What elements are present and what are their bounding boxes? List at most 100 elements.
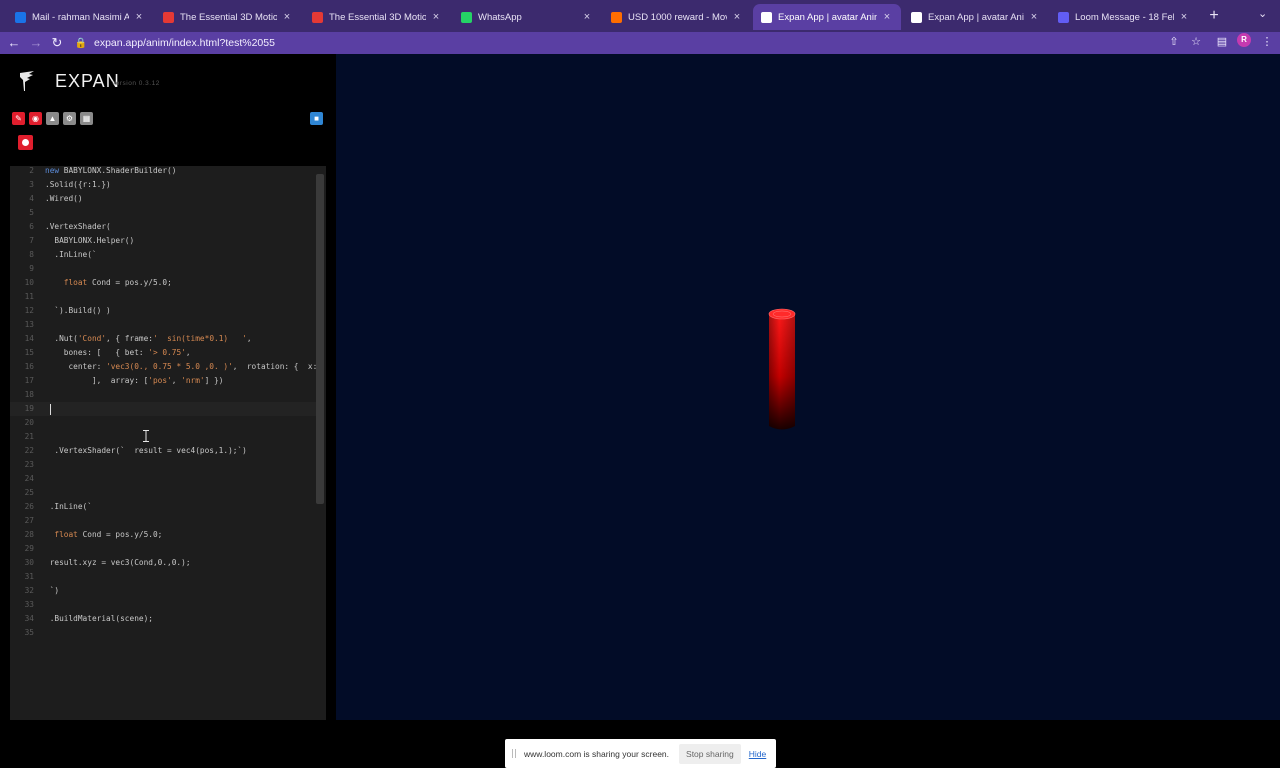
browser-tab[interactable]: WhatsApp × bbox=[453, 4, 601, 30]
screen-share-banner: www.loom.com is sharing your screen. Sto… bbox=[505, 739, 776, 768]
edit-icon[interactable]: ✎ bbox=[12, 112, 25, 125]
profile-avatar[interactable]: R bbox=[1237, 33, 1251, 47]
code-line[interactable]: 18 bbox=[10, 388, 316, 402]
code-line[interactable]: 24 bbox=[10, 472, 316, 486]
code-text: center: 'vec3(0., 0.75 * 5.0 ,0. )', rot… bbox=[45, 362, 318, 371]
red-cylinder-mesh[interactable] bbox=[767, 306, 797, 433]
code-line[interactable]: 6 .VertexShader( bbox=[10, 220, 316, 234]
close-tab-icon[interactable]: × bbox=[1028, 11, 1040, 23]
code-text: float Cond = pos.y/5.0; bbox=[63, 278, 172, 287]
save-icon[interactable]: ■ bbox=[310, 112, 323, 125]
code-line[interactable]: 23 bbox=[10, 458, 316, 472]
share-icon[interactable]: ⇧ bbox=[1166, 35, 1182, 48]
line-number: 27 bbox=[24, 516, 34, 525]
code-line[interactable]: 21 bbox=[10, 430, 316, 444]
line-number: 6 bbox=[29, 222, 34, 231]
close-tab-icon[interactable]: × bbox=[1178, 11, 1190, 23]
code-text: .Nut('Cond', { frame:' sin(time*0.1) ', bbox=[45, 334, 252, 343]
line-number: 22 bbox=[24, 446, 34, 455]
code-line[interactable]: 20 bbox=[10, 416, 316, 430]
code-line[interactable]: 25 bbox=[10, 486, 316, 500]
expan-logo-icon bbox=[20, 71, 34, 91]
bookmark-star-icon[interactable]: ☆ bbox=[1188, 35, 1204, 48]
code-text: .Wired() bbox=[45, 194, 83, 203]
code-line[interactable]: 35 bbox=[10, 626, 316, 640]
code-line[interactable]: 30 result.xyz = vec3(Cond,0.,0.); bbox=[10, 556, 316, 570]
code-line[interactable]: 10 float Cond = pos.y/5.0; bbox=[10, 276, 316, 290]
close-tab-icon[interactable]: × bbox=[430, 11, 442, 23]
code-editor[interactable]: 2 new BABYLONX.ShaderBuilder() 3 .Solid({r:… bbox=[10, 166, 326, 720]
new-tab-button[interactable]: + bbox=[1205, 7, 1223, 25]
3d-viewport[interactable] bbox=[336, 54, 1280, 720]
grid-icon[interactable]: ▦ bbox=[80, 112, 93, 125]
outlook-icon bbox=[15, 11, 26, 23]
code-line[interactable]: 31 bbox=[10, 570, 316, 584]
address-bar[interactable]: 🔒 expan.app/anim/index.html?test%2055 bbox=[72, 33, 1222, 53]
line-number: 32 bbox=[24, 586, 34, 595]
share-message: www.loom.com is sharing your screen. bbox=[524, 748, 670, 759]
expan-app: EXPAN version 0.3.12 ✎ ◉ ▲ ⚙ ▦ ■ 2 new BA… bbox=[0, 54, 1280, 768]
code-line[interactable]: 12 `).Build() ) bbox=[10, 304, 316, 318]
line-number: 23 bbox=[24, 460, 34, 469]
settings-icon[interactable]: ⚙ bbox=[63, 112, 76, 125]
browser-tab[interactable]: Mail - rahman Nasimi Asl - O × bbox=[7, 4, 153, 30]
browser-tab[interactable]: The Essential 3D Motion De × bbox=[155, 4, 301, 30]
hide-button[interactable]: Hide bbox=[749, 749, 766, 759]
reload-button[interactable]: ↻ bbox=[48, 34, 66, 52]
code-line[interactable]: 32 `) bbox=[10, 584, 316, 598]
person-icon[interactable]: ▲ bbox=[46, 112, 59, 125]
code-line[interactable]: 4 .Wired() bbox=[10, 192, 316, 206]
forward-button[interactable]: → bbox=[27, 34, 45, 52]
close-tab-icon[interactable]: × bbox=[133, 11, 145, 23]
browser-tab[interactable]: Expan App | avatar Animatio × bbox=[753, 4, 901, 30]
code-text: .InLine(` bbox=[45, 502, 92, 511]
line-number: 19 bbox=[24, 404, 34, 413]
line-number: 8 bbox=[29, 250, 34, 259]
code-line[interactable]: 17 ], array: ['pos', 'nrm'] }) bbox=[10, 374, 316, 388]
close-tab-icon[interactable]: × bbox=[281, 11, 293, 23]
close-tab-icon[interactable]: × bbox=[731, 11, 743, 23]
school-icon bbox=[163, 11, 174, 23]
browser-tab[interactable]: Loom Message - 18 Februar × bbox=[1050, 4, 1198, 30]
close-tab-icon[interactable]: × bbox=[581, 11, 593, 23]
code-line[interactable]: 16 center: 'vec3(0., 0.75 * 5.0 ,0. )', … bbox=[10, 360, 318, 374]
browser-tab[interactable]: Expan App | avatar Animatio × bbox=[903, 4, 1048, 30]
code-line[interactable]: 34 .BuildMaterial(scene); bbox=[10, 612, 316, 626]
line-number: 30 bbox=[24, 558, 34, 567]
code-line[interactable]: 26 .InLine(` bbox=[10, 500, 316, 514]
code-line[interactable]: 29 bbox=[10, 542, 316, 556]
line-number: 34 bbox=[24, 614, 34, 623]
browser-menu-icon[interactable]: ⋮ bbox=[1259, 35, 1275, 48]
code-line[interactable]: 9 bbox=[10, 262, 316, 276]
code-line[interactable]: 7 BABYLONX.Helper() bbox=[10, 234, 316, 248]
line-number: 13 bbox=[24, 320, 34, 329]
side-panel-icon[interactable]: ▤ bbox=[1214, 35, 1230, 48]
code-line[interactable]: 28 float Cond = pos.y/5.0; bbox=[10, 528, 316, 542]
record-button[interactable] bbox=[18, 135, 33, 150]
browser-tab[interactable]: USD 1000 reward - Moving I × bbox=[603, 4, 751, 30]
code-line[interactable]: 22 .VertexShader(` result = vec4(pos,1.)… bbox=[10, 444, 316, 458]
code-line[interactable]: 5 bbox=[10, 206, 316, 220]
target-icon[interactable]: ◉ bbox=[29, 112, 42, 125]
browser-tab[interactable]: The Essential 3D Motion De × bbox=[304, 4, 450, 30]
code-text: `).Build() ) bbox=[45, 306, 111, 315]
drag-handle-icon[interactable] bbox=[512, 749, 516, 758]
code-line[interactable]: 19 bbox=[10, 402, 316, 416]
tab-search-icon[interactable]: ⌄ bbox=[1258, 7, 1267, 20]
code-line[interactable]: 13 bbox=[10, 318, 316, 332]
code-line[interactable]: 27 bbox=[10, 514, 316, 528]
code-line[interactable]: 2 new BABYLONX.ShaderBuilder() bbox=[10, 166, 316, 178]
code-line[interactable]: 11 bbox=[10, 290, 316, 304]
code-line[interactable]: 8 .InLine(` bbox=[10, 248, 316, 262]
code-line[interactable]: 3 .Solid({r:1.}) bbox=[10, 178, 316, 192]
code-line[interactable]: 15 bones: [ { bet: '> 0.75', bbox=[10, 346, 316, 360]
close-tab-icon[interactable]: × bbox=[881, 11, 893, 23]
line-number: 20 bbox=[24, 418, 34, 427]
stop-sharing-button[interactable]: Stop sharing bbox=[679, 743, 741, 764]
back-button[interactable]: ← bbox=[5, 34, 23, 52]
code-line[interactable]: 14 .Nut('Cond', { frame:' sin(time*0.1) … bbox=[10, 332, 316, 346]
line-number: 10 bbox=[24, 278, 34, 287]
line-number: 11 bbox=[24, 292, 34, 301]
editor-scrollbar[interactable] bbox=[316, 174, 324, 504]
code-line[interactable]: 33 bbox=[10, 598, 316, 612]
